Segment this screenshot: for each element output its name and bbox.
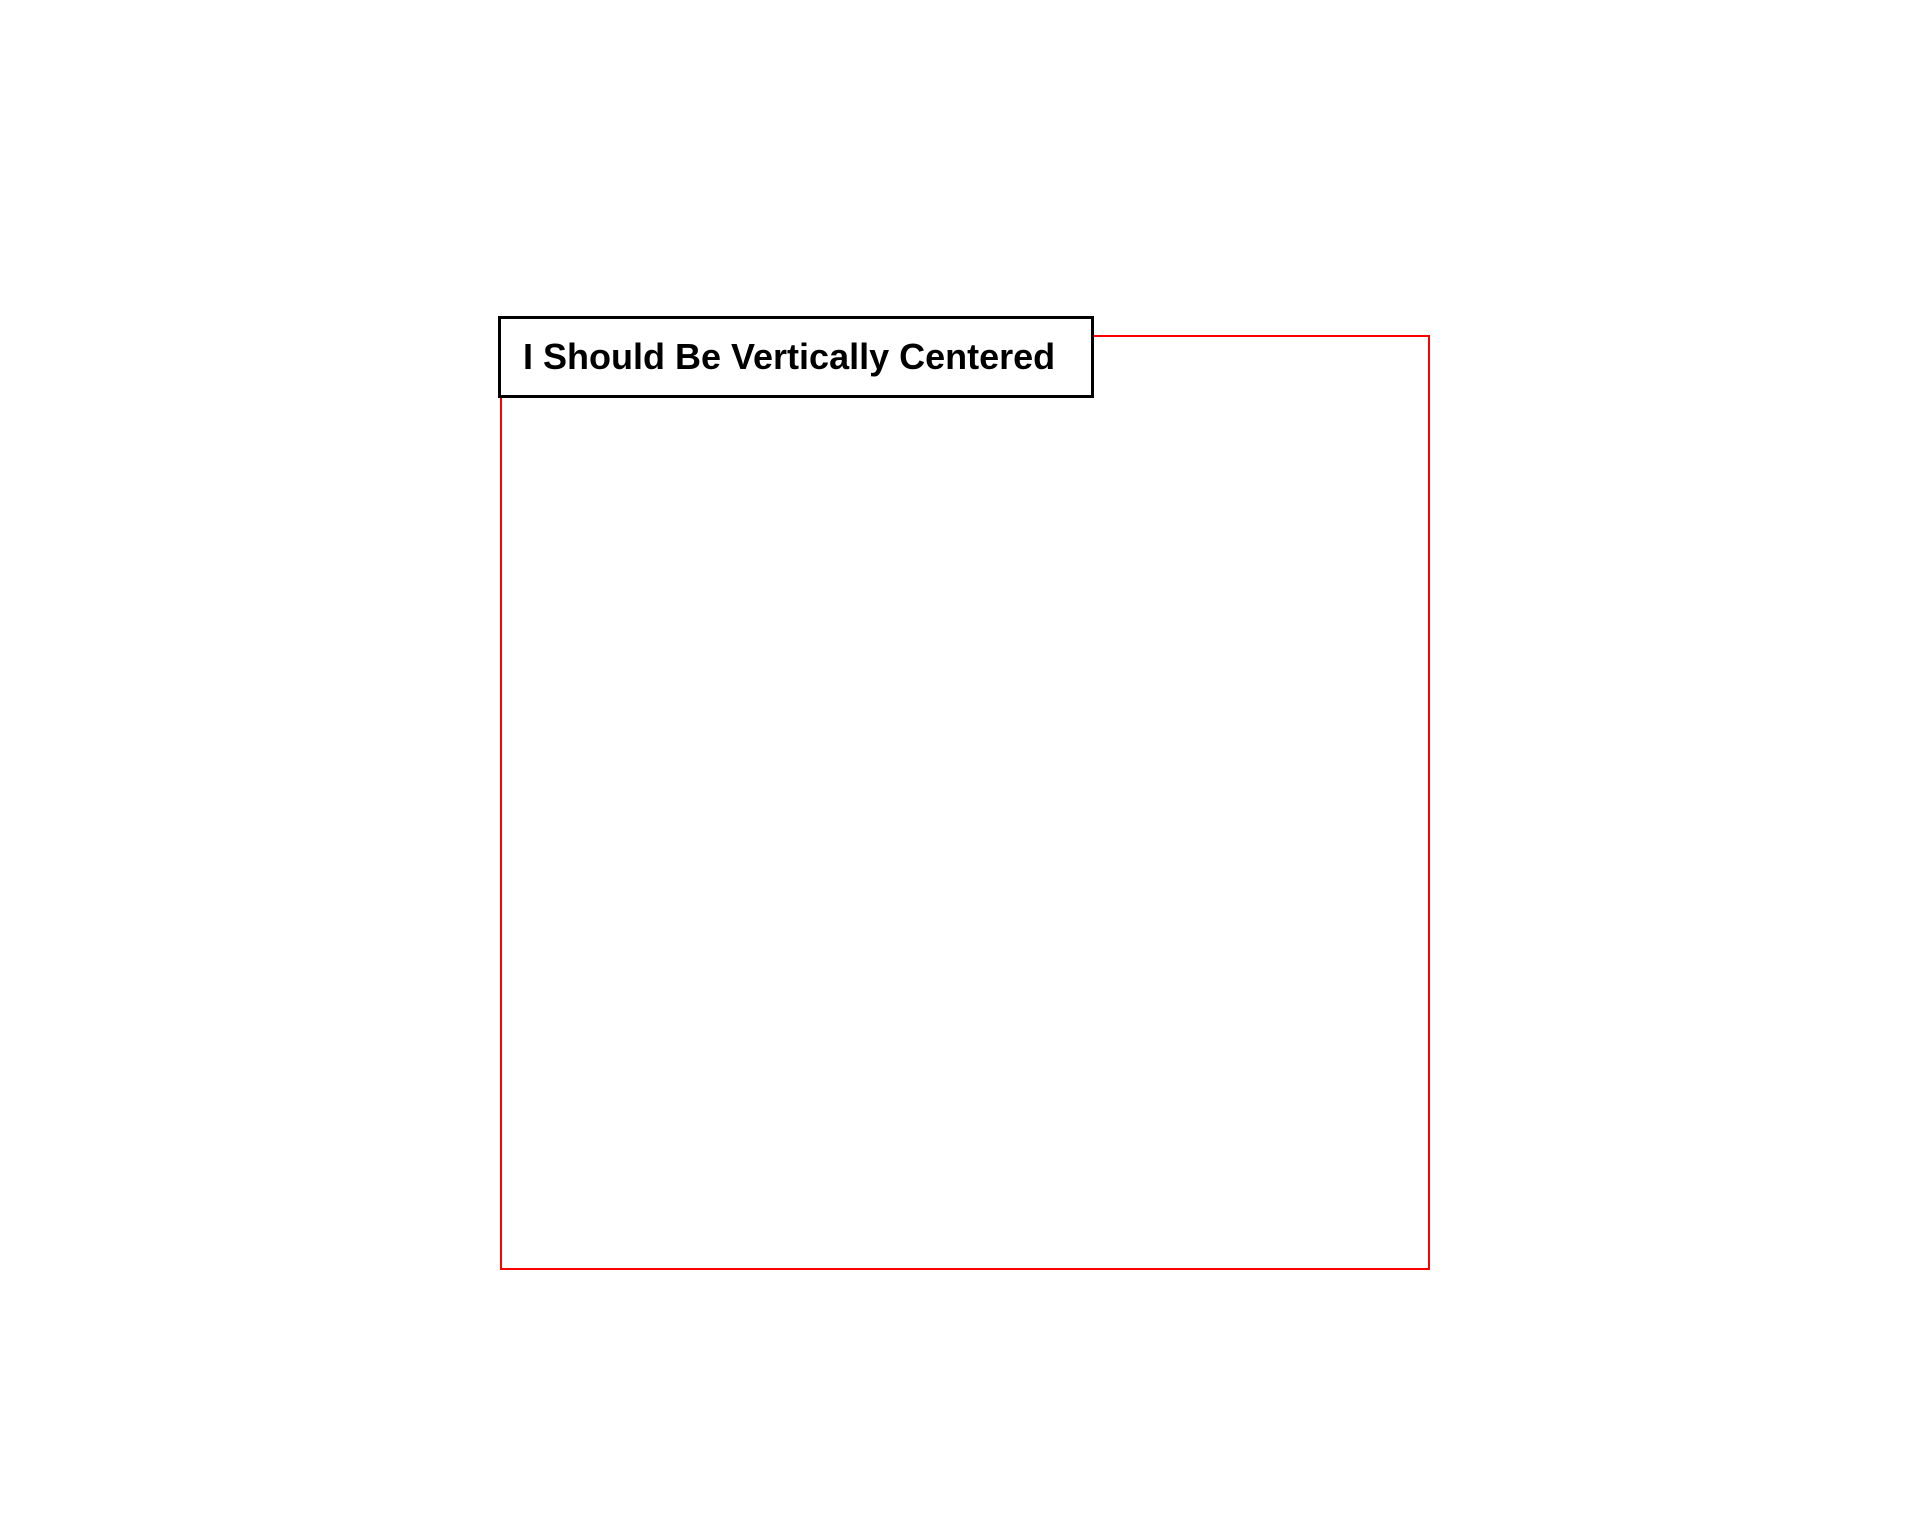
centered-box: I Should Be Vertically Centered [498, 316, 1094, 398]
centered-box-label: I Should Be Vertically Centered [523, 336, 1055, 378]
outer-container [500, 335, 1430, 1270]
